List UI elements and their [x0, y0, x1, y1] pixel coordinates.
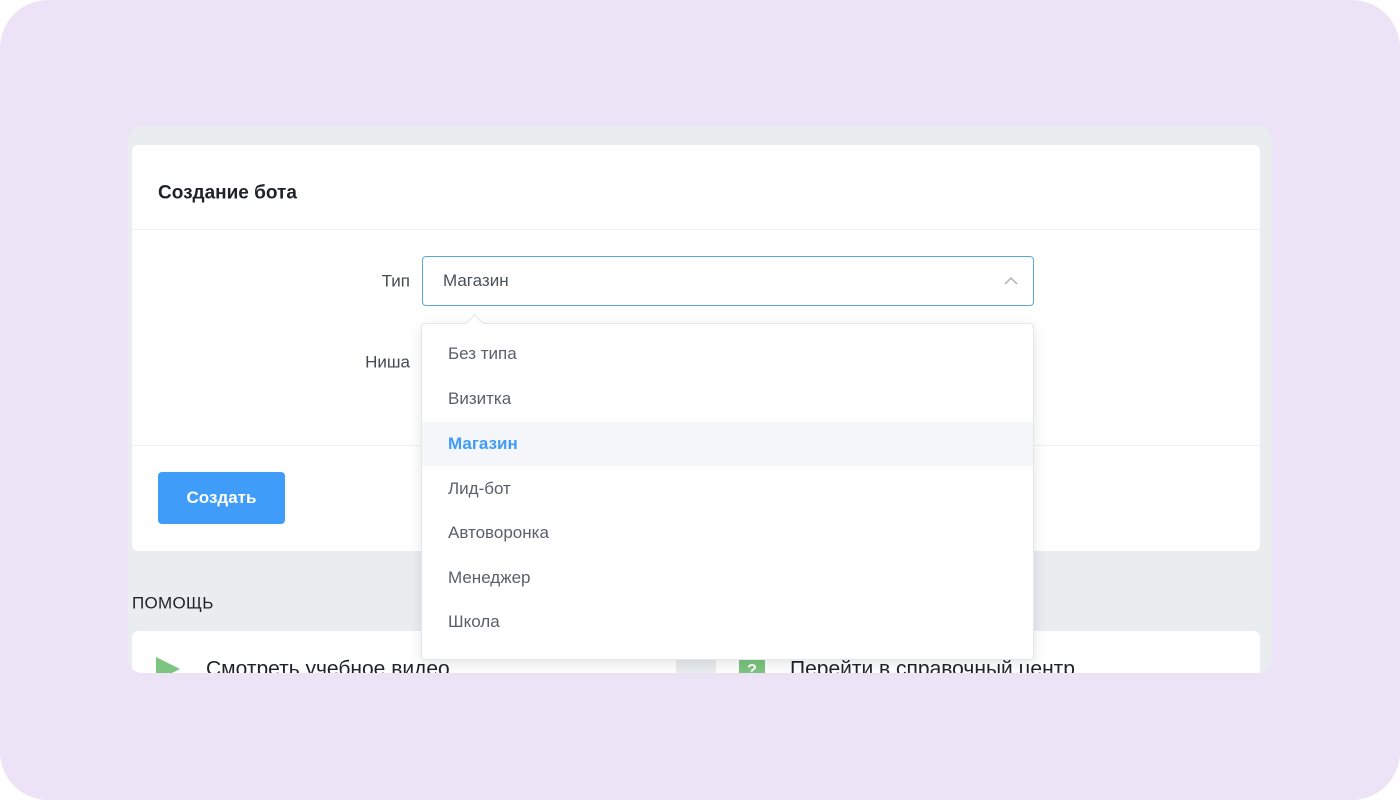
dropdown-option-selected[interactable]: Магазин	[422, 422, 1033, 466]
niche-label: Ниша	[365, 352, 410, 372]
video-link[interactable]: Смотреть учебное видео	[206, 659, 450, 674]
dropdown-option[interactable]: Школа	[422, 600, 1033, 644]
dropdown-option[interactable]: Без типа	[422, 332, 1033, 376]
dropdown-option[interactable]: Менеджер	[422, 556, 1033, 600]
page-title: Создание бота	[158, 182, 297, 204]
type-select-value: Магазин	[443, 271, 509, 290]
dropdown-option[interactable]: Лид-бот	[422, 467, 1033, 511]
chevron-up-icon	[1004, 276, 1018, 285]
svg-text:?: ?	[747, 662, 757, 673]
type-label: Тип	[381, 271, 410, 291]
create-button[interactable]: Создать	[158, 472, 285, 524]
help-section-title: ПОМОЩЬ	[132, 593, 214, 613]
dropdown-option[interactable]: Автоворонка	[422, 511, 1033, 555]
type-dropdown-menu: Без типа Визитка Магазин Лид-бот Автовор…	[421, 314, 1034, 660]
dropdown-option[interactable]: Визитка	[422, 377, 1033, 421]
type-select[interactable]: Магазин	[422, 256, 1034, 306]
play-icon	[156, 657, 180, 673]
header-divider	[132, 229, 1260, 230]
help-center-link[interactable]: Перейти в справочный центр	[790, 659, 1075, 674]
